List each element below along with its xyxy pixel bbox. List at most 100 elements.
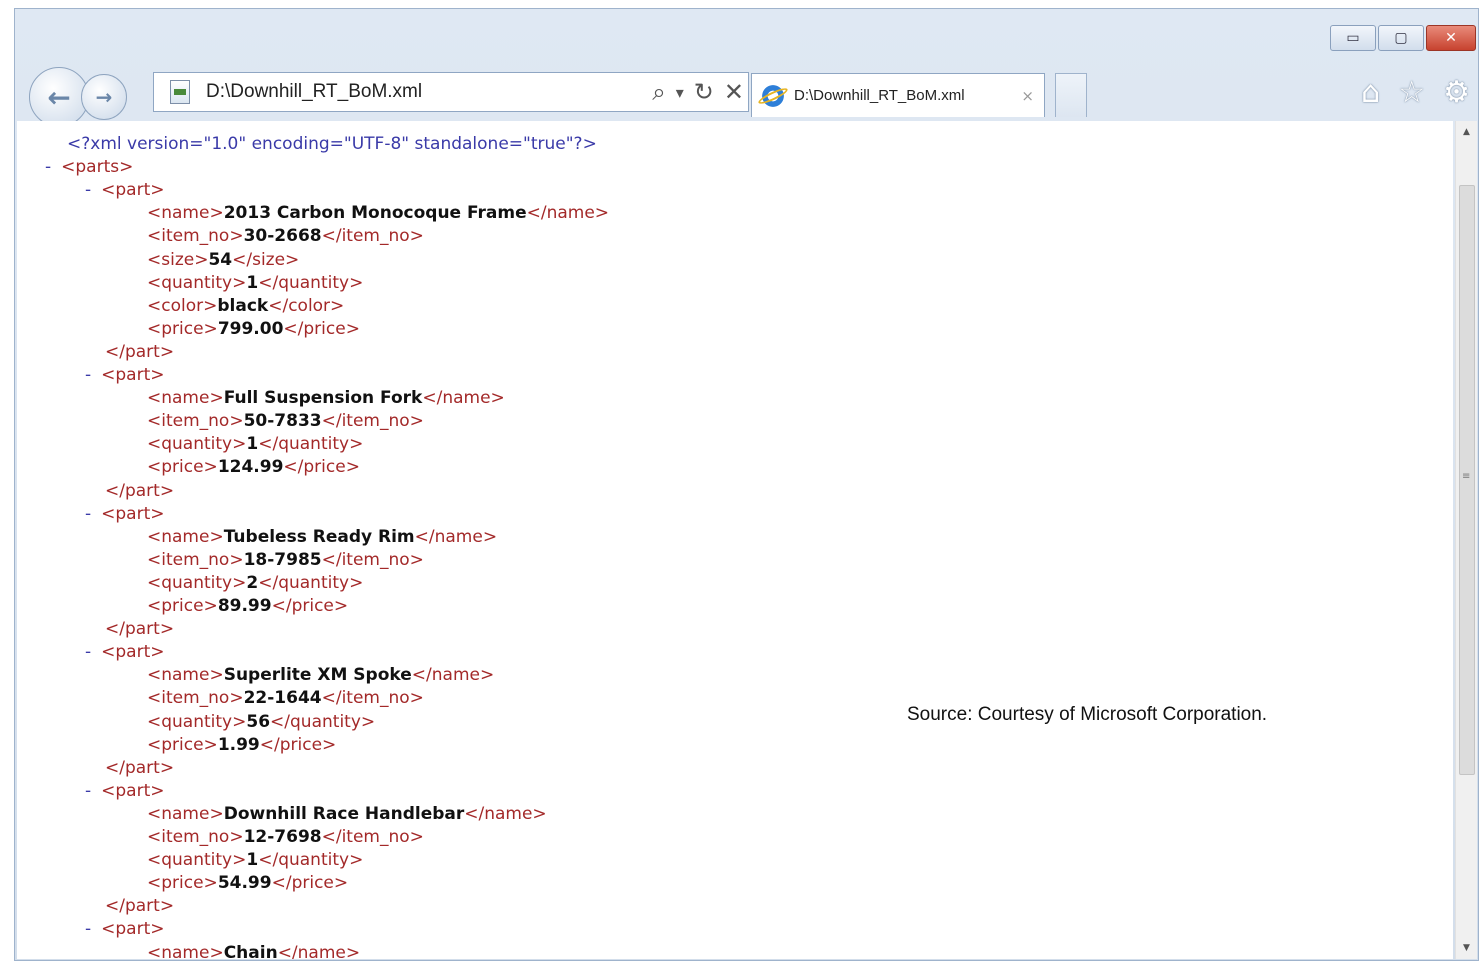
back-button[interactable]: ← [29,67,89,127]
xml-field-line: <price>1.99</price> [147,734,336,757]
xml-field-line: <name>Full Suspension Fork</name> [147,387,505,410]
field-value: Full Suspension Fork [223,388,423,409]
field-close-tag: </price> [271,873,349,894]
field-close-tag: </name> [277,942,361,960]
field-open-tag: <color> [147,295,218,316]
xml-field-line: <name>Superlite XM Spoke</name> [147,664,494,687]
field-value: 124.99 [217,457,284,478]
xml-field-line: <color>black</color> [147,295,344,318]
field-open-tag: <price> [147,873,218,894]
xml-declaration: <?xml version="1.0" encoding="UTF-8" sta… [67,134,597,154]
xml-field-line: <price>124.99</price> [147,456,360,479]
field-value: black [217,295,269,316]
xml-field-line: <item_no>18-7985</item_no> [147,549,424,572]
scroll-down-icon[interactable]: ▼ [1456,943,1477,953]
part-close-line: </part> [105,618,174,641]
field-value: Chain [223,942,278,960]
field-value: 50-7833 [243,411,322,432]
window-controls: ▭ ▢ ✕ [1330,25,1476,51]
part-open-tag: <part> [101,919,165,940]
field-close-tag: </quantity> [258,434,364,455]
part-open-line: - <part> [85,641,165,664]
field-close-tag: </item_no> [321,411,424,432]
field-close-tag: </name> [422,388,505,409]
new-tab-button[interactable] [1055,73,1087,117]
field-close-tag: </quantity> [270,711,376,732]
xml-document-view: <?xml version="1.0" encoding="UTF-8" sta… [17,121,1453,959]
field-open-tag: <name> [147,388,224,409]
xml-field-line: <quantity>1</quantity> [147,849,363,872]
ie-logo-icon [760,82,786,109]
part-close-line: </part> [105,757,174,780]
refresh-icon[interactable]: ↻ [694,78,714,106]
arrow-right-icon: → [95,85,113,109]
address-input[interactable]: D:\Downhill_RT_BoM.xml [206,81,422,103]
settings-icon[interactable]: ⚙ [1443,75,1470,110]
address-bar[interactable]: D:\Downhill_RT_BoM.xml ⌕ ▾ ↻ ✕ [153,72,749,112]
field-value: 12-7698 [243,827,322,847]
tab-active[interactable]: D:\Downhill_RT_BoM.xml × [751,73,1045,117]
collapse-toggle[interactable]: - [45,157,51,177]
collapse-toggle[interactable]: - [85,504,91,524]
minimize-button[interactable]: ▭ [1330,25,1376,51]
field-open-tag: <size> [147,249,209,270]
field-value: 54.99 [217,873,272,894]
xml-field-line: <name>Chain</name> [147,942,360,960]
field-close-tag: </name> [526,203,610,224]
close-button[interactable]: ✕ [1426,25,1476,51]
parts-open-line: - <parts> [45,156,133,179]
search-icon[interactable]: ⌕ [652,78,665,106]
part-close-line: </part> [105,341,174,364]
field-close-tag: </quantity> [258,850,364,871]
xml-field-line: <item_no>22-1644</item_no> [147,687,424,710]
part-open-line: - <part> [85,918,165,941]
field-close-tag: </item_no> [321,688,424,709]
field-close-tag: </item_no> [321,827,424,847]
tab-label: D:\Downhill_RT_BoM.xml [794,87,965,104]
field-close-tag: </name> [414,526,498,547]
tab-close-icon[interactable]: × [1021,87,1034,105]
field-value: Superlite XM Spoke [223,665,412,686]
part-open-tag: <part> [101,642,165,663]
field-open-tag: <item_no> [147,827,244,847]
part-open-line: - <part> [85,364,165,387]
part-open-line: - <part> [85,780,165,803]
field-value: 22-1644 [243,688,322,709]
field-open-tag: <item_no> [147,688,244,709]
part-open-tag: <part> [101,365,165,385]
xml-field-line: <quantity>56</quantity> [147,711,375,734]
favorites-icon[interactable]: ☆ [1398,75,1425,110]
browser-command-icons: ⌂ ☆ ⚙ [1361,75,1470,110]
collapse-toggle[interactable]: - [85,919,91,939]
part-open-tag: <part> [101,780,165,801]
xml-declaration-line: <?xml version="1.0" encoding="UTF-8" sta… [67,133,597,156]
xml-field-line: <item_no>30-2668</item_no> [147,225,424,248]
xml-field-line: <quantity>1</quantity> [147,272,363,295]
field-open-tag: <quantity> [147,572,247,593]
field-open-tag: <item_no> [147,549,244,570]
field-open-tag: <price> [147,318,218,339]
field-value: 1.99 [217,734,260,755]
field-value: 1 [246,272,259,293]
field-value: 18-7985 [243,549,322,570]
field-close-tag: </price> [283,318,360,339]
field-value: 56 [246,711,271,732]
part-open-tag: <part> [101,180,165,201]
navigation-buttons: ← → [29,67,127,127]
field-value: 1 [246,434,259,455]
collapse-toggle[interactable]: - [85,180,91,200]
forward-button[interactable]: → [81,74,127,120]
stop-icon[interactable]: ✕ [724,78,744,106]
home-icon[interactable]: ⌂ [1361,75,1380,110]
scroll-up-icon[interactable]: ▲ [1456,127,1477,137]
collapse-toggle[interactable]: - [85,781,91,801]
xml-field-line: <size>54</size> [147,249,299,272]
field-close-tag: </size> [232,249,300,270]
field-value: 1 [246,850,259,871]
vertical-scrollbar[interactable]: ▲ ≡ ▼ [1455,121,1477,959]
maximize-button[interactable]: ▢ [1378,25,1424,51]
part-close-tag: </part> [105,341,175,362]
collapse-toggle[interactable]: - [85,365,91,385]
collapse-toggle[interactable]: - [85,642,91,662]
chevron-down-icon[interactable]: ▾ [676,83,684,102]
